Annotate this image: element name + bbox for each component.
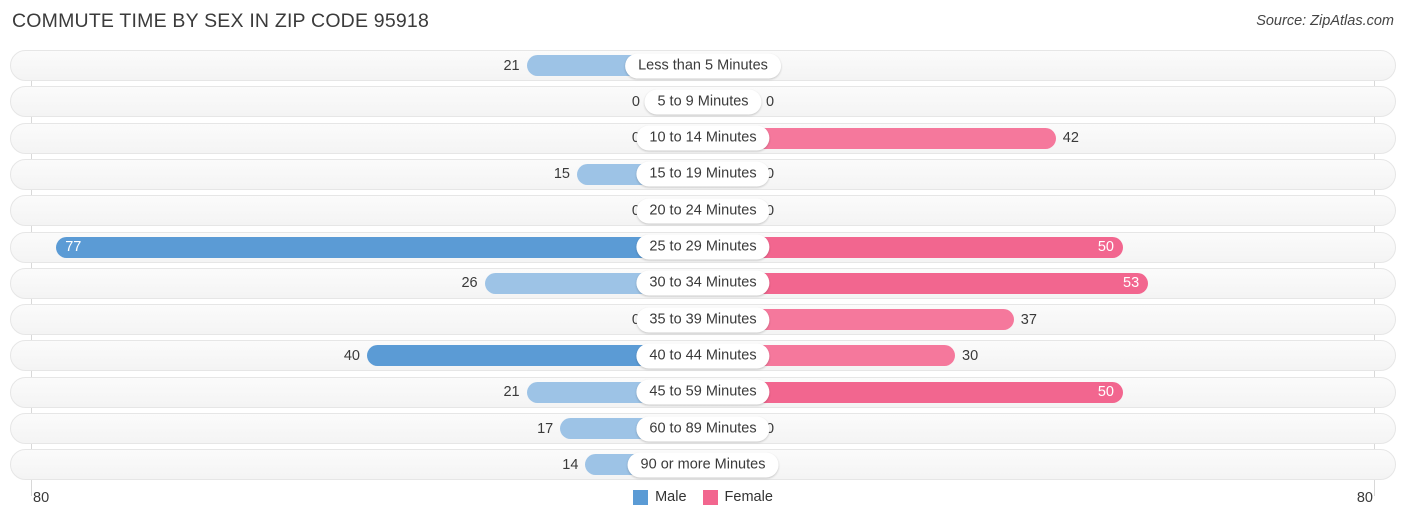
- chart-row: 77 50 25 to 29 Minutes: [10, 231, 1396, 263]
- bar-value-female: 50: [1097, 238, 1114, 255]
- bar-value-male: 15: [553, 166, 570, 183]
- category-label: 60 to 89 Minutes: [636, 416, 770, 441]
- chart-row: 03735 to 39 Minutes: [10, 304, 1396, 336]
- category-label: Less than 5 Minutes: [625, 53, 781, 78]
- chart-plot-area: 210Less than 5 Minutes005 to 9 Minutes04…: [10, 50, 1396, 496]
- category-label: 40 to 44 Minutes: [636, 343, 770, 369]
- category-label: 45 to 59 Minutes: [636, 379, 770, 405]
- bar-value-male: 40: [343, 347, 360, 364]
- chart-row: 17 0 60 to 89 Minutes: [10, 413, 1396, 444]
- chart-legend: Male Female: [0, 489, 1406, 505]
- chart-page: COMMUTE TIME BY SEX IN ZIP CODE 95918 So…: [0, 0, 1406, 523]
- bar-value-female: 37: [1020, 311, 1037, 328]
- chart-row: 15 0 15 to 19 Minutes: [10, 158, 1396, 190]
- bar-value-female: 0: [766, 93, 775, 110]
- bar-value-female: 42: [1062, 129, 1079, 146]
- chart-row: 0020 to 24 Minutes: [10, 195, 1396, 227]
- chart-row: 21 50 45 to 59 Minutes: [10, 376, 1396, 408]
- bar-value-male: 0: [631, 93, 640, 110]
- bar-value-female: 50: [1097, 383, 1114, 400]
- chart-footer: 80 80 Male Female: [0, 486, 1406, 516]
- page-title: COMMUTE TIME BY SEX IN ZIP CODE 95918: [12, 10, 430, 32]
- legend-label: Female: [724, 489, 773, 505]
- chart-row: 26 53 30 to 34 Minutes: [10, 267, 1396, 299]
- legend-item[interactable]: Male: [633, 489, 687, 505]
- chart-row: 0 05 to 9 Minutes: [10, 86, 1396, 118]
- bar-value-male: 21: [503, 383, 520, 400]
- bar-value-female: 53: [1123, 275, 1140, 292]
- bar-female: 53: [703, 272, 1149, 294]
- category-label: 10 to 14 Minutes: [636, 125, 770, 151]
- category-label: 25 to 29 Minutes: [636, 234, 770, 260]
- category-label: 30 to 34 Minutes: [636, 270, 770, 296]
- category-label: 35 to 39 Minutes: [636, 307, 770, 333]
- category-label: 15 to 19 Minutes: [636, 161, 770, 187]
- bar-value-male: 77: [65, 238, 82, 255]
- bar-male: 77: [56, 236, 703, 258]
- chart-row: 04210 to 14 Minutes: [10, 122, 1396, 154]
- source-attribution: Source: ZipAtlas.com: [1256, 13, 1394, 29]
- chart-row: 40 30 40 to 44 Minutes: [10, 340, 1396, 372]
- bar-value-male: 14: [562, 456, 579, 473]
- legend-swatch-icon: [702, 489, 718, 505]
- category-label: 20 to 24 Minutes: [636, 198, 770, 224]
- bar-value-male: 21: [503, 57, 520, 74]
- category-label: 5 to 9 Minutes: [644, 89, 762, 115]
- legend-swatch-icon: [633, 489, 649, 505]
- legend-label: Male: [655, 489, 687, 505]
- category-label: 90 or more Minutes: [627, 452, 779, 478]
- chart-row: 14090 or more Minutes: [10, 449, 1396, 481]
- legend-item[interactable]: Female: [702, 489, 773, 505]
- bar-value-male: 26: [461, 275, 478, 292]
- bar-value-male: 17: [537, 420, 554, 437]
- chart-row: 210Less than 5 Minutes: [10, 50, 1396, 81]
- bar-value-female: 30: [962, 347, 979, 364]
